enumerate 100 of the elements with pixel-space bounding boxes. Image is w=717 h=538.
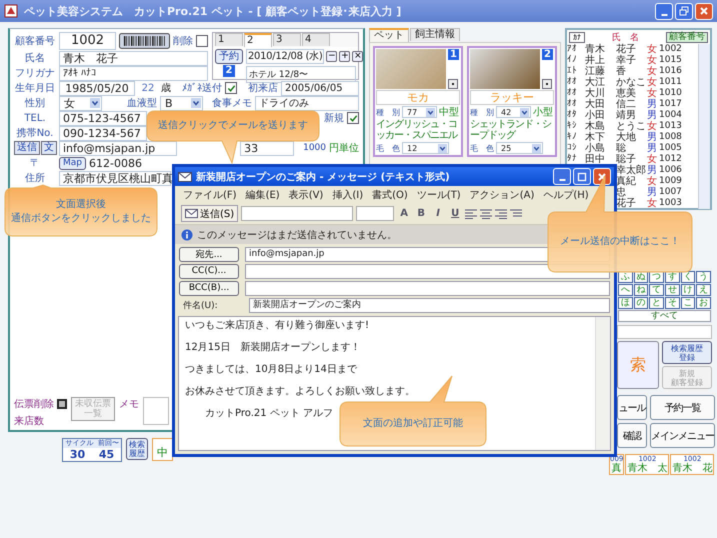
cc-field[interactable] bbox=[245, 264, 610, 278]
format-button[interactable]: A bbox=[397, 206, 412, 221]
bcc-field[interactable] bbox=[245, 280, 610, 296]
scrollbar[interactable] bbox=[698, 44, 710, 209]
phone-field[interactable]: 075-123-4567 bbox=[59, 110, 147, 126]
slip-delete-label: 伝票削除 bbox=[14, 398, 54, 411]
reservation-list-button[interactable]: 予約一覧 bbox=[650, 395, 715, 420]
remove-button[interactable]: × bbox=[352, 51, 364, 62]
square-icon[interactable] bbox=[57, 399, 67, 409]
first-visit-field[interactable]: 2005/06/05 bbox=[281, 80, 359, 96]
menu-item[interactable]: 書式(O) bbox=[372, 188, 408, 202]
kana-button[interactable]: へ bbox=[618, 284, 633, 296]
dot-button-icon[interactable] bbox=[448, 79, 458, 89]
menu-item[interactable]: ファイル(F) bbox=[183, 188, 237, 202]
tab[interactable]: 飼主情報 bbox=[410, 28, 460, 41]
sex-cell-text: 男 bbox=[647, 132, 658, 143]
menu-item[interactable]: ツール(T) bbox=[416, 188, 461, 202]
breed-code-dropdown[interactable]: 77 bbox=[402, 106, 437, 118]
align-icon[interactable] bbox=[510, 208, 522, 218]
mobile-field[interactable]: 090-1234-567 bbox=[59, 126, 147, 140]
tab[interactable]: 3 bbox=[273, 33, 301, 46]
format-button[interactable]: I bbox=[431, 206, 446, 221]
kana-button[interactable]: の bbox=[634, 297, 648, 309]
kana-button[interactable]: ね bbox=[634, 284, 648, 296]
kana-button[interactable]: く bbox=[680, 271, 696, 283]
postal-code-field[interactable]: 612-0086 bbox=[89, 156, 142, 170]
kana-button[interactable]: せ bbox=[665, 284, 680, 296]
name-field[interactable]: 青木 花子 bbox=[59, 50, 208, 66]
schedule-button[interactable]: ュール bbox=[617, 395, 647, 420]
menu-item[interactable]: 挿入(I) bbox=[332, 188, 364, 202]
coat-color-dropdown[interactable]: 12 bbox=[402, 142, 449, 154]
coat-color-dropdown[interactable]: 25 bbox=[496, 142, 543, 154]
number-column-button[interactable]: 顧客番号 bbox=[666, 32, 708, 42]
kana-column-button[interactable]: ｶﾅ bbox=[569, 32, 585, 42]
map-button[interactable]: Map bbox=[59, 156, 86, 170]
date-field[interactable]: 2010/12/08 (水) bbox=[246, 49, 324, 64]
email-field[interactable]: info@msjapan.jp bbox=[59, 140, 177, 156]
cc-button[interactable]: CC(C)... bbox=[179, 264, 239, 278]
menu-item[interactable]: 編集(E) bbox=[246, 188, 280, 202]
tab[interactable]: 4 bbox=[302, 33, 330, 46]
kana-button[interactable]: こ bbox=[680, 297, 696, 309]
close-button[interactable] bbox=[695, 2, 713, 20]
tab[interactable]: ペット bbox=[369, 28, 409, 42]
blood-type-dropdown[interactable]: B bbox=[160, 96, 203, 110]
minimize-button[interactable] bbox=[655, 2, 673, 20]
menu-item[interactable]: 表示(V) bbox=[288, 188, 324, 202]
confirm-button[interactable]: 確認 bbox=[617, 423, 647, 448]
kana-button[interactable]: ほ bbox=[618, 297, 633, 309]
format-button[interactable]: U bbox=[448, 206, 462, 221]
plus-button[interactable]: + bbox=[339, 51, 350, 62]
tab[interactable]: 2 bbox=[244, 33, 272, 47]
delete-checkbox[interactable] bbox=[196, 35, 208, 47]
reserve-button[interactable]: 予約 bbox=[215, 49, 243, 64]
minimize-button[interactable] bbox=[553, 168, 571, 185]
customer-number-field[interactable]: 1002 bbox=[59, 32, 116, 50]
kana-button[interactable]: け bbox=[680, 284, 696, 296]
search-field[interactable] bbox=[617, 325, 712, 339]
address-field[interactable]: 京都市伏見区桃山町真 bbox=[59, 170, 171, 186]
tab[interactable]: 1 bbox=[215, 33, 243, 46]
align-icon[interactable] bbox=[495, 208, 508, 218]
kana-button[interactable]: と bbox=[649, 297, 664, 309]
format-button[interactable]: B bbox=[414, 206, 428, 221]
search-history-button[interactable]: 検索 履歴 bbox=[126, 438, 148, 460]
maximize-button[interactable] bbox=[573, 168, 591, 185]
subject-field[interactable]: 新装開店オープンのご案内 bbox=[249, 298, 610, 312]
restore-icon bbox=[679, 6, 689, 16]
dot-button-icon[interactable] bbox=[542, 79, 552, 89]
mail-checkbox[interactable] bbox=[225, 82, 237, 94]
send-button[interactable]: 送信 bbox=[14, 141, 40, 155]
kana-button[interactable]: お bbox=[696, 297, 711, 309]
field-label: 種 別 bbox=[376, 106, 400, 118]
menu-item[interactable]: アクション(A) bbox=[470, 188, 534, 202]
kana-button[interactable]: て bbox=[649, 284, 664, 296]
meal-memo-field[interactable]: ドライのみ bbox=[255, 96, 359, 110]
scrollbar[interactable] bbox=[595, 317, 610, 450]
restore-button[interactable] bbox=[675, 2, 693, 20]
breed-code-dropdown[interactable]: 42 bbox=[496, 106, 531, 118]
birth-date-field[interactable]: 1985/05/20 bbox=[59, 80, 135, 96]
minus-button[interactable]: − bbox=[326, 51, 338, 62]
kana-button[interactable]: そ bbox=[665, 297, 680, 309]
points-field[interactable]: 33 bbox=[240, 140, 294, 156]
main-menu-button[interactable]: メインメニュー bbox=[650, 423, 715, 448]
align-icon[interactable] bbox=[480, 208, 492, 218]
text-button[interactable]: 文 bbox=[41, 141, 57, 155]
save-search-history-button[interactable]: 検索履歴 登録 bbox=[662, 341, 712, 364]
furigana-field[interactable]: ｱｵｷ ﾊﾅｺ bbox=[59, 66, 208, 80]
all-button[interactable]: すべて bbox=[618, 310, 711, 322]
number-cell: 1002 bbox=[659, 44, 682, 55]
menu-item[interactable]: ヘルプ(H) bbox=[543, 188, 589, 202]
align-icon[interactable] bbox=[465, 208, 478, 218]
to-button[interactable]: 宛先... bbox=[179, 246, 239, 262]
barcode-icon[interactable] bbox=[119, 33, 170, 49]
send-button[interactable]: 送信(S) bbox=[181, 205, 238, 222]
sex-dropdown[interactable]: 女 bbox=[59, 96, 102, 110]
new-checkbox[interactable] bbox=[347, 112, 359, 124]
memo-field[interactable] bbox=[143, 397, 169, 425]
kana-button[interactable]: う bbox=[696, 271, 711, 283]
visits-label: 来店数 bbox=[14, 414, 45, 428]
kana-button[interactable]: え bbox=[696, 284, 711, 296]
bcc-button[interactable]: BCC(B)... bbox=[179, 280, 239, 296]
